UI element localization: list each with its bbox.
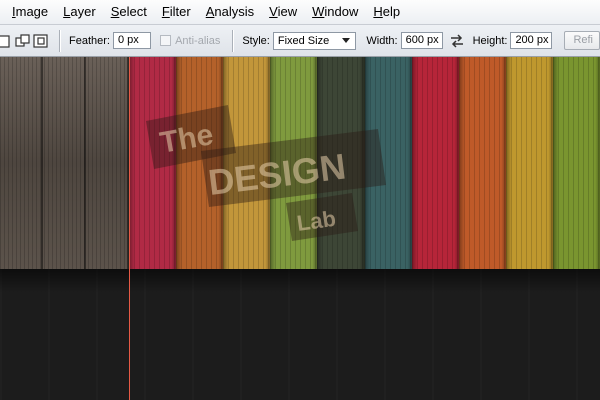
width-input[interactable]: 600 px	[400, 32, 443, 49]
document-canvas[interactable]: The DESIGN Lab	[0, 57, 600, 400]
wood-plank-stripe	[317, 57, 366, 269]
feather-input[interactable]: 0 px	[112, 32, 152, 49]
vertical-guide-line[interactable]	[129, 57, 130, 400]
menu-window[interactable]: Window	[304, 0, 365, 24]
wood-plank-stripe	[364, 57, 413, 269]
menu-analysis[interactable]: Analysis	[198, 0, 261, 24]
anti-alias-checkbox[interactable]: Anti-alias	[160, 35, 220, 47]
toolbar-separator	[59, 29, 61, 52]
wood-plank-stripe	[505, 57, 554, 269]
style-select[interactable]: Fixed Size	[272, 31, 357, 50]
wood-plank-stripe	[129, 57, 177, 269]
menu-layer[interactable]: Layer	[55, 0, 103, 24]
selection-mode-group	[0, 33, 51, 49]
wood-plank-stripe	[458, 57, 507, 269]
checkbox-box[interactable]	[160, 35, 172, 46]
menu-select[interactable]: Select	[103, 0, 154, 24]
intersect-selection-icon[interactable]	[33, 33, 49, 49]
swap-dimensions-icon[interactable]	[449, 33, 465, 49]
style-value: Fixed Size	[277, 34, 330, 47]
refine-edge-button[interactable]: Refi	[564, 31, 600, 50]
tool-options-bar: Feather: 0 px Anti-alias Style: Fixed Si…	[0, 24, 600, 57]
style-label: Style:	[242, 34, 270, 47]
width-label: Width:	[366, 34, 398, 47]
menu-image[interactable]: Image	[4, 0, 55, 24]
dark-floor-area	[0, 269, 600, 400]
wood-plank-stripe	[223, 57, 272, 269]
wood-plank-stripe	[552, 57, 600, 269]
anti-alias-label: Anti-alias	[175, 34, 221, 47]
wood-plank-stripe	[411, 57, 460, 269]
add-to-selection-icon[interactable]	[15, 33, 31, 49]
height-label: Height:	[472, 34, 508, 47]
menu-view[interactable]: View	[261, 0, 304, 24]
wood-plank-stripe	[270, 57, 319, 269]
toolbar-separator	[232, 29, 235, 52]
new-selection-icon[interactable]	[0, 33, 13, 49]
gray-wood-planks	[0, 57, 129, 269]
menu-filter[interactable]: Filter	[154, 0, 198, 24]
menu-bar: Image Layer Select Filter Analysis View …	[0, 0, 600, 24]
feather-label: Feather:	[69, 34, 110, 47]
wood-plank-stripe	[176, 57, 225, 269]
chevron-down-icon	[342, 38, 351, 43]
height-input[interactable]: 200 px	[510, 32, 553, 49]
menu-help[interactable]: Help	[365, 0, 407, 24]
